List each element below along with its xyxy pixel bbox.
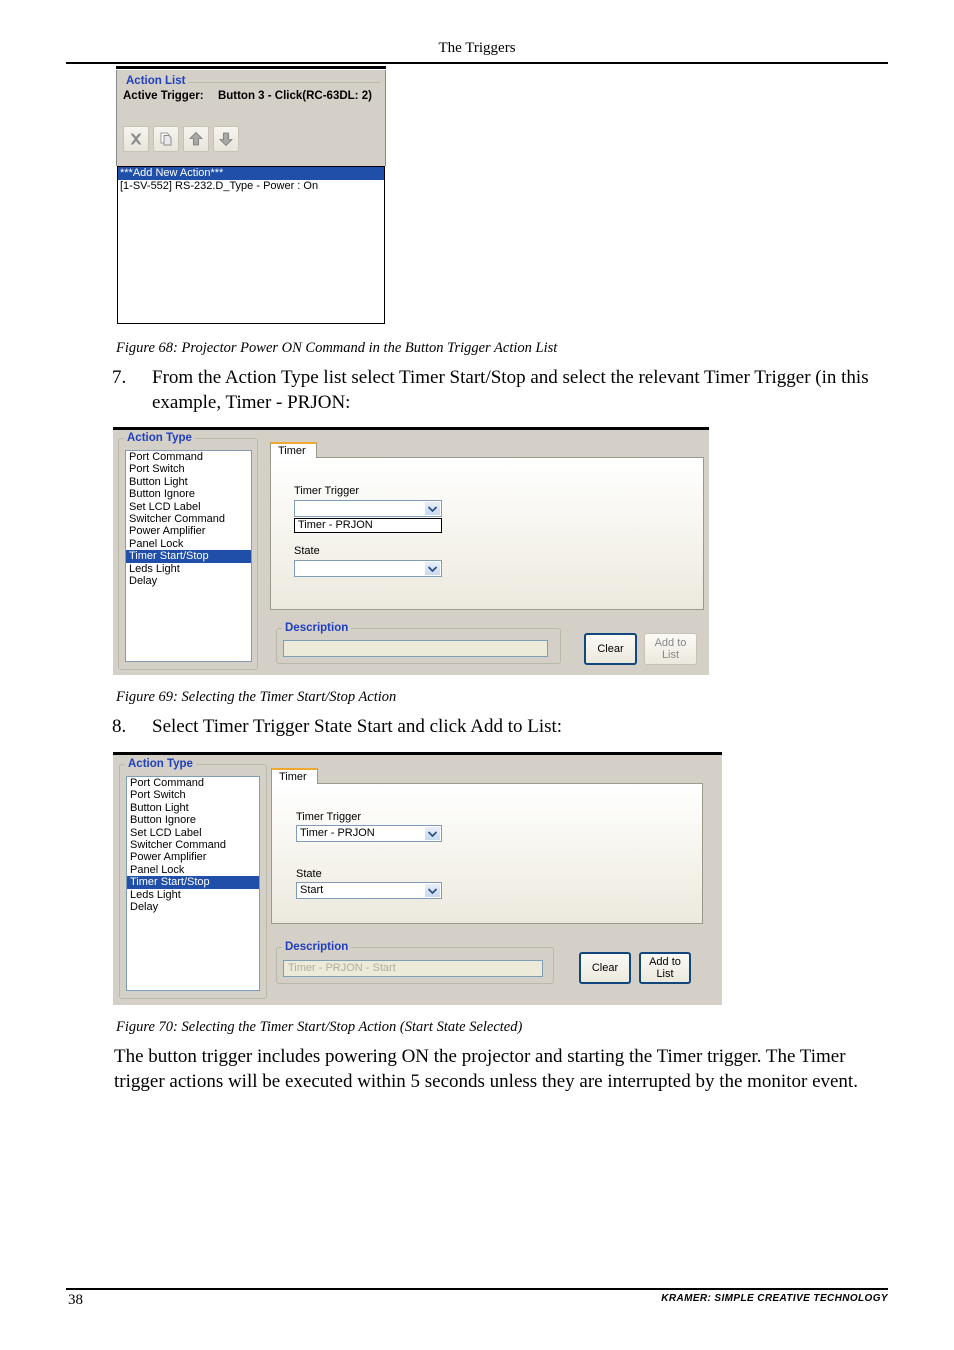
delete-icon xyxy=(128,131,144,147)
action-type-item-leds-light[interactable]: Leds Light xyxy=(126,563,251,575)
delete-action-button[interactable] xyxy=(123,126,149,152)
timer-trigger-value: Timer - PRJON xyxy=(300,827,375,839)
tabstrip: Timer xyxy=(270,442,317,458)
action-type-item-delay[interactable]: Delay xyxy=(126,575,251,587)
add-to-list-button[interactable]: Add to List xyxy=(644,633,697,665)
figure-69-caption: Figure 69: Selecting the Timer Start/Sto… xyxy=(116,689,397,705)
page-number: 38 xyxy=(68,1292,83,1308)
state-combo[interactable]: Start xyxy=(296,882,442,899)
action-type-item-button-light[interactable]: Button Light xyxy=(126,476,251,488)
move-action-down-button[interactable] xyxy=(213,126,239,152)
action-type-item-delay[interactable]: Delay xyxy=(127,901,259,913)
action-type-item-set-lcd-label[interactable]: Set LCD Label xyxy=(126,501,251,513)
timer-trigger-label: Timer Trigger xyxy=(294,485,359,497)
figure-70-dialog: Action Type Port Command Port Switch But… xyxy=(113,752,722,1005)
action-type-item-port-switch[interactable]: Port Switch xyxy=(126,463,251,475)
step-7-number: 7. xyxy=(112,367,127,388)
clear-button[interactable]: Clear xyxy=(579,952,631,984)
chevron-down-icon[interactable] xyxy=(425,827,440,840)
action-type-group-label: Action Type xyxy=(125,758,196,770)
tab-timer[interactable]: Timer xyxy=(271,768,318,784)
list-item[interactable]: ***Add New Action*** xyxy=(118,167,384,180)
step-7-text: From the Action Type list select Timer S… xyxy=(152,367,869,413)
footer-divider xyxy=(66,1288,888,1290)
tabstrip: Timer xyxy=(271,768,318,784)
state-combo[interactable] xyxy=(294,560,442,577)
action-type-item-power-amplifier[interactable]: Power Amplifier xyxy=(127,851,259,863)
active-trigger-label: Active Trigger: xyxy=(123,90,204,102)
add-to-list-button[interactable]: Add to List xyxy=(639,952,691,984)
action-type-item-power-amplifier[interactable]: Power Amplifier xyxy=(126,525,251,537)
timer-tab-panel xyxy=(271,783,703,924)
figure-69-dialog: Action Type Port Command Port Switch But… xyxy=(113,427,709,675)
action-type-item-panel-lock[interactable]: Panel Lock xyxy=(126,538,251,550)
action-type-item-switcher-command[interactable]: Switcher Command xyxy=(126,513,251,525)
timer-trigger-label: Timer Trigger xyxy=(296,811,361,823)
action-list-panel: Action List Active Trigger: Button 3 - C… xyxy=(116,70,386,166)
action-type-item-timer-start-stop[interactable]: Timer Start/Stop xyxy=(127,876,259,889)
action-list-toolbar xyxy=(123,126,303,154)
action-type-item-timer-start-stop[interactable]: Timer Start/Stop xyxy=(126,550,251,563)
chevron-down-icon[interactable] xyxy=(425,884,440,897)
header-divider xyxy=(66,62,888,64)
figure-68-action-list-dialog: Action List Active Trigger: Button 3 - C… xyxy=(116,66,386,324)
state-label: State xyxy=(296,868,322,880)
action-type-item-leds-light[interactable]: Leds Light xyxy=(127,889,259,901)
action-type-item-port-command[interactable]: Port Command xyxy=(126,451,251,463)
active-trigger-row: Active Trigger: Button 3 - Click(RC-63DL… xyxy=(123,90,372,102)
step-8: 8. Select Timer Trigger State Start and … xyxy=(112,714,884,739)
timer-trigger-combo[interactable] xyxy=(294,500,442,517)
figure-70-top-border xyxy=(113,752,722,755)
document-page: The Triggers Action List Active Trigger:… xyxy=(0,0,954,1350)
footer-brand: KRAMER: SIMPLE CREATIVE TECHNOLOGY xyxy=(661,1293,888,1304)
action-list-listbox[interactable]: ***Add New Action*** [1-SV-552] RS-232.D… xyxy=(117,166,385,324)
action-type-item-port-command[interactable]: Port Command xyxy=(127,777,259,789)
action-type-item-button-ignore[interactable]: Button Ignore xyxy=(126,488,251,500)
step-7: 7. From the Action Type list select Time… xyxy=(112,365,884,415)
figure-68-caption: Figure 68: Projector Power ON Command in… xyxy=(116,340,558,356)
action-type-item-port-switch[interactable]: Port Switch xyxy=(127,789,259,801)
action-type-item-button-ignore[interactable]: Button Ignore xyxy=(127,814,259,826)
action-type-group-label: Action Type xyxy=(124,432,195,444)
action-type-item-switcher-command[interactable]: Switcher Command xyxy=(127,839,259,851)
copy-action-button[interactable] xyxy=(153,126,179,152)
tab-timer[interactable]: Timer xyxy=(270,442,317,458)
clear-button[interactable]: Clear xyxy=(584,633,637,665)
description-value: Timer - PRJON - Start xyxy=(288,962,396,974)
closing-paragraph: The button trigger includes powering ON … xyxy=(114,1046,858,1092)
chevron-down-icon[interactable] xyxy=(425,562,440,575)
timer-trigger-option[interactable]: Timer - PRJON xyxy=(295,519,441,532)
state-value: Start xyxy=(300,884,324,896)
figure-68-top-border xyxy=(116,66,386,69)
timer-trigger-combo[interactable]: Timer - PRJON xyxy=(296,825,442,842)
action-type-item-panel-lock[interactable]: Panel Lock xyxy=(127,864,259,876)
state-label: State xyxy=(294,545,320,557)
action-list-group-label: Action List xyxy=(123,75,189,87)
list-item[interactable]: [1-SV-552] RS-232.D_Type - Power : On xyxy=(118,180,384,193)
description-group-label: Description xyxy=(282,941,352,953)
step-8-number: 8. xyxy=(112,716,127,737)
action-type-listbox[interactable]: Port Command Port Switch Button Light Bu… xyxy=(125,450,252,662)
action-type-listbox[interactable]: Port Command Port Switch Button Light Bu… xyxy=(126,776,260,991)
description-field[interactable] xyxy=(283,640,548,657)
running-header: The Triggers xyxy=(438,40,516,56)
timer-tab-panel xyxy=(270,457,704,610)
arrow-up-icon xyxy=(188,131,204,147)
timer-trigger-dropdown-list[interactable]: Timer - PRJON xyxy=(294,518,442,533)
description-group-label: Description xyxy=(282,622,352,634)
action-type-item-button-light[interactable]: Button Light xyxy=(127,802,259,814)
move-action-up-button[interactable] xyxy=(183,126,209,152)
arrow-down-icon xyxy=(218,131,234,147)
step-8-text: Select Timer Trigger State Start and cli… xyxy=(152,716,563,737)
chevron-down-icon[interactable] xyxy=(425,502,440,515)
description-field[interactable]: Timer - PRJON - Start xyxy=(283,960,543,977)
active-trigger-value: Button 3 - Click(RC-63DL: 2) xyxy=(217,90,372,102)
action-type-item-set-lcd-label[interactable]: Set LCD Label xyxy=(127,827,259,839)
figure-70-caption: Figure 70: Selecting the Timer Start/Sto… xyxy=(116,1019,523,1035)
figure-69-top-border xyxy=(113,427,709,430)
copy-icon xyxy=(158,131,174,147)
